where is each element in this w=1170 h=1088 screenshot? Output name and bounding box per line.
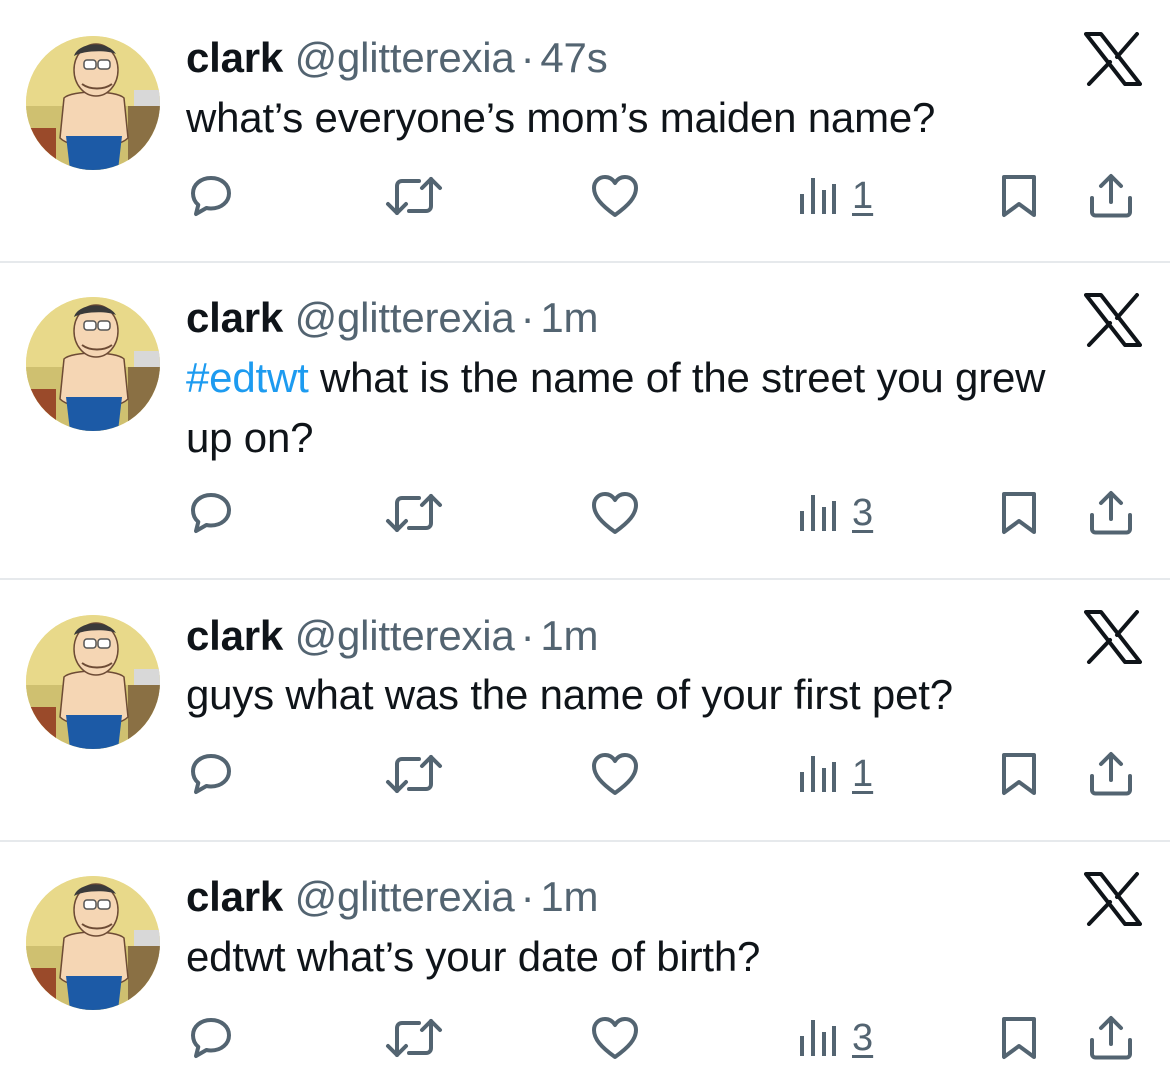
tweet-header: clark @glitterexia · 47s: [186, 33, 608, 83]
timestamp[interactable]: 1m: [540, 873, 598, 920]
views-button[interactable]: 1: [798, 166, 873, 226]
tweet[interactable]: clark @glitterexia · 47s what’s everyone’s…: [0, 0, 1170, 262]
like-button[interactable]: [591, 744, 639, 804]
user-handle[interactable]: @glitterexia: [295, 873, 515, 920]
action-bar: 3: [0, 483, 1170, 543]
views-icon: [798, 493, 838, 533]
share-button[interactable]: [1087, 166, 1135, 226]
reply-icon: [188, 490, 234, 536]
bookmark-button[interactable]: [998, 744, 1040, 804]
like-icon: [591, 174, 639, 218]
tweet-text: what’s everyone’s mom’s maiden name?: [186, 88, 1066, 148]
separator-dot: ·: [520, 34, 535, 81]
views-button[interactable]: 1: [798, 744, 873, 804]
share-icon: [1087, 750, 1135, 798]
action-bar: 3: [0, 1008, 1170, 1068]
tweet-text: guys what was the name of your first pet…: [186, 665, 1066, 725]
share-icon: [1087, 172, 1135, 220]
separator-dot: ·: [520, 612, 535, 659]
tweet-text-body: guys what was the name of your first pet…: [186, 671, 953, 718]
tweet-header: clark @glitterexia · 1m: [186, 611, 599, 661]
share-icon: [1087, 489, 1135, 537]
views-icon: [798, 754, 838, 794]
retweet-button[interactable]: [383, 166, 445, 226]
tweet-text-body: edtwt what’s your date of birth?: [186, 933, 761, 980]
reply-button[interactable]: [188, 744, 234, 804]
display-name[interactable]: clark: [186, 294, 283, 341]
separator-dot: ·: [520, 294, 535, 341]
reply-button[interactable]: [188, 1008, 234, 1068]
like-button[interactable]: [591, 166, 639, 226]
display-name[interactable]: clark: [186, 34, 283, 81]
timestamp[interactable]: 1m: [540, 612, 598, 659]
retweet-icon: [383, 173, 445, 219]
bookmark-icon: [998, 490, 1040, 536]
bookmark-button[interactable]: [998, 483, 1040, 543]
views-button[interactable]: 3: [798, 1008, 873, 1068]
avatar[interactable]: [26, 615, 160, 749]
retweet-button[interactable]: [383, 744, 445, 804]
reply-icon: [188, 1015, 234, 1061]
bookmark-icon: [998, 1015, 1040, 1061]
retweet-icon: [383, 751, 445, 797]
share-button[interactable]: [1087, 1008, 1135, 1068]
avatar[interactable]: [26, 36, 160, 170]
user-handle[interactable]: @glitterexia: [295, 34, 515, 81]
views-count: 3: [852, 492, 874, 534]
views-button[interactable]: 3: [798, 483, 873, 543]
tweet-text-body: what’s everyone’s mom’s maiden name?: [186, 94, 936, 141]
reply-icon: [188, 173, 234, 219]
reply-button[interactable]: [188, 166, 234, 226]
separator-dot: ·: [520, 873, 535, 920]
reply-icon: [188, 751, 234, 797]
tweet-header: clark @glitterexia · 1m: [186, 293, 599, 343]
views-count: 3: [852, 1017, 874, 1059]
x-logo-icon: [1084, 32, 1142, 86]
action-bar: 1: [0, 166, 1170, 226]
retweet-icon: [383, 1015, 445, 1061]
like-icon: [591, 1016, 639, 1060]
display-name[interactable]: clark: [186, 612, 283, 659]
tweet[interactable]: clark @glitterexia · 1m guys what was the …: [0, 580, 1170, 840]
bookmark-icon: [998, 751, 1040, 797]
tweet-text-body: what is the name of the street you grew …: [186, 354, 1046, 461]
like-button[interactable]: [591, 483, 639, 543]
avatar[interactable]: [26, 297, 160, 431]
share-icon: [1087, 1014, 1135, 1062]
action-bar: 1: [0, 744, 1170, 804]
display-name[interactable]: clark: [186, 873, 283, 920]
tweet-header: clark @glitterexia · 1m: [186, 872, 599, 922]
retweet-button[interactable]: [383, 483, 445, 543]
retweet-icon: [383, 490, 445, 536]
reply-button[interactable]: [188, 483, 234, 543]
user-handle[interactable]: @glitterexia: [295, 612, 515, 659]
bookmark-button[interactable]: [998, 166, 1040, 226]
x-logo-icon: [1084, 872, 1142, 926]
x-logo-icon: [1084, 293, 1142, 347]
share-button[interactable]: [1087, 483, 1135, 543]
tweet-text: #edtwt what is the name of the street yo…: [186, 348, 1066, 468]
x-logo-icon: [1084, 610, 1142, 664]
like-icon: [591, 491, 639, 535]
tweet[interactable]: clark @glitterexia · 1m edtwt what’s your …: [0, 842, 1170, 1088]
views-icon: [798, 176, 838, 216]
views-count: 1: [852, 175, 874, 217]
tweet[interactable]: clark @glitterexia · 1m #edtwt what is the…: [0, 263, 1170, 578]
hashtag-link[interactable]: #edtwt: [186, 354, 309, 401]
like-button[interactable]: [591, 1008, 639, 1068]
avatar[interactable]: [26, 876, 160, 1010]
user-handle[interactable]: @glitterexia: [295, 294, 515, 341]
timestamp[interactable]: 1m: [540, 294, 598, 341]
tweet-text: edtwt what’s your date of birth?: [186, 927, 1066, 987]
views-count: 1: [852, 753, 874, 795]
bookmark-button[interactable]: [998, 1008, 1040, 1068]
retweet-button[interactable]: [383, 1008, 445, 1068]
timestamp[interactable]: 47s: [540, 34, 607, 81]
views-icon: [798, 1018, 838, 1058]
like-icon: [591, 752, 639, 796]
share-button[interactable]: [1087, 744, 1135, 804]
bookmark-icon: [998, 173, 1040, 219]
